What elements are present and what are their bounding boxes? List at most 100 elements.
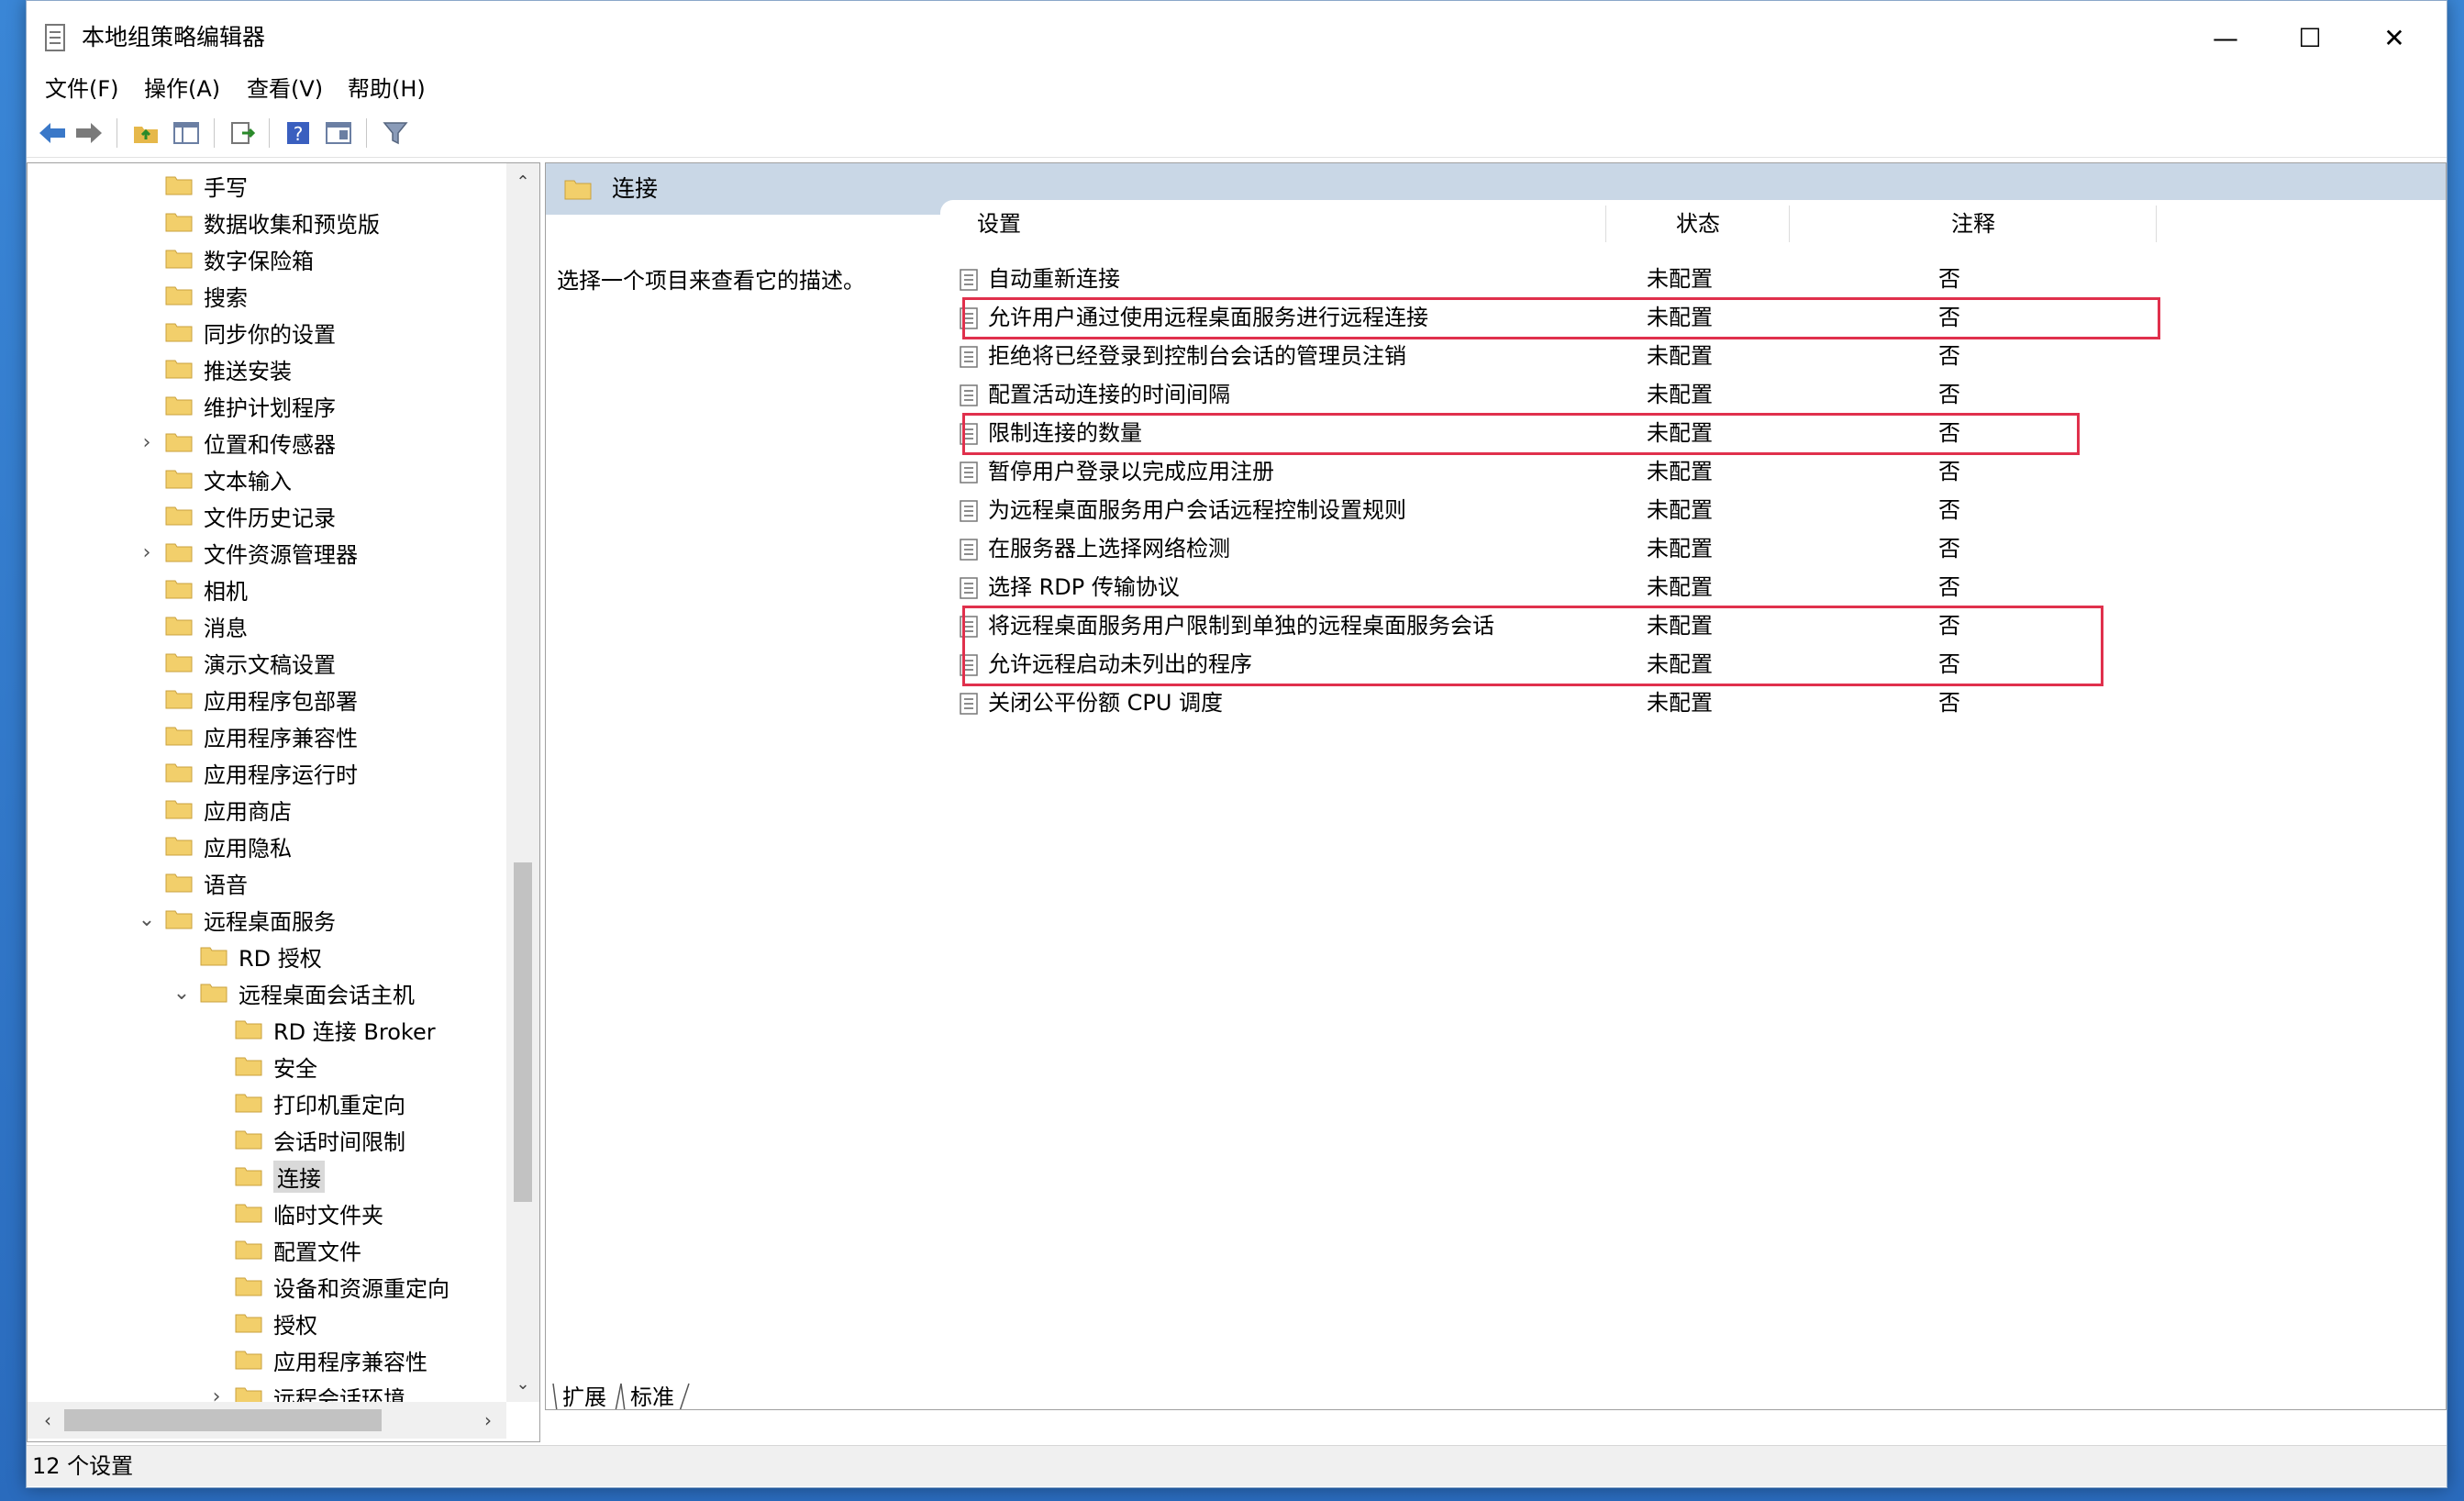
setting-state: 未配置 <box>1647 343 1713 369</box>
highlight-box <box>962 297 2160 339</box>
tree-item[interactable]: 维护计划程序 <box>136 387 336 424</box>
tree-item[interactable]: RD 授权 <box>171 938 322 974</box>
minimize-button[interactable]: — <box>2184 1 2267 74</box>
scroll-down-icon[interactable]: ⌄ <box>506 1367 539 1400</box>
close-button[interactable]: ✕ <box>2353 1 2436 74</box>
column-setting[interactable]: 设置 <box>977 200 1021 248</box>
scroll-right-icon[interactable]: › <box>472 1402 505 1439</box>
menu-action[interactable]: 操作(A) <box>144 71 220 107</box>
tree-item[interactable]: 演示文稿设置 <box>136 644 336 681</box>
tree-item[interactable]: 安全 <box>205 1048 317 1084</box>
tree-item[interactable]: 连接 <box>205 1158 325 1195</box>
folder-icon <box>235 1094 262 1113</box>
export-list-button[interactable] <box>227 117 260 150</box>
up-button[interactable] <box>129 117 162 150</box>
column-note[interactable]: 注释 <box>1951 200 1995 248</box>
tree-item[interactable]: 会话时间限制 <box>205 1121 405 1158</box>
setting-note: 否 <box>1938 382 1960 407</box>
menu-help[interactable]: 帮助(H) <box>348 71 426 107</box>
menu-view[interactable]: 查看(V) <box>247 71 323 107</box>
help-button[interactable]: ? <box>282 117 315 150</box>
folder-icon <box>235 1057 262 1076</box>
tree-item[interactable]: ⌄ 远程桌面会话主机 <box>171 974 415 1011</box>
scroll-thumb[interactable] <box>64 1409 382 1431</box>
svg-text:?: ? <box>294 123 304 145</box>
column-divider[interactable] <box>1605 206 1606 242</box>
scroll-up-icon[interactable]: ⌃ <box>506 165 539 198</box>
tree-item[interactable]: RD 连接 Broker <box>205 1011 436 1048</box>
tree-item[interactable]: 应用程序包部署 <box>136 681 358 717</box>
expand-chevron-icon[interactable]: ⌄ <box>171 982 193 1005</box>
toolbar-separator <box>366 118 367 148</box>
tree-item[interactable]: ⌄ 远程桌面服务 <box>136 901 336 938</box>
tree-item[interactable]: 文本输入 <box>136 461 292 497</box>
forward-button[interactable] <box>72 117 105 150</box>
tree-item[interactable]: 应用程序运行时 <box>136 754 358 791</box>
tree-item[interactable]: › 位置和传感器 <box>136 424 336 461</box>
folder-icon <box>165 837 193 856</box>
tree-item[interactable]: › 文件资源管理器 <box>136 534 358 571</box>
folder-icon <box>165 176 193 195</box>
setting-row[interactable]: 关闭公平份额 CPU 调度 未配置 否 <box>959 684 2243 721</box>
expand-chevron-icon[interactable]: ⌄ <box>136 908 158 931</box>
tree-item[interactable]: 临时文件夹 <box>205 1195 383 1231</box>
setting-name: 选择 RDP 传输协议 <box>988 574 1180 600</box>
show-hide-tree-icon <box>173 122 199 144</box>
properties-button[interactable] <box>322 117 355 150</box>
tree-item[interactable]: 应用程序兼容性 <box>136 717 358 754</box>
policy-setting-icon <box>960 577 978 599</box>
tree-item[interactable]: 应用隐私 <box>136 828 292 864</box>
policy-setting-icon <box>960 384 978 406</box>
tree-item[interactable]: 同步你的设置 <box>136 314 336 350</box>
setting-row[interactable]: 拒绝将已经登录到控制台会话的管理员注销 未配置 否 <box>959 338 2243 374</box>
gpedit-window: 本地组策略编辑器 — ☐ ✕ 文件(F) 操作(A) 查看(V) 帮助(H) ? <box>26 0 2447 1488</box>
setting-row[interactable]: 为远程桌面服务用户会话远程控制设置规则 未配置 否 <box>959 492 2243 528</box>
folder-icon <box>235 1204 262 1223</box>
tree-item[interactable]: 数据收集和预览版 <box>136 204 380 240</box>
tree-item[interactable]: 应用程序兼容性 <box>205 1341 427 1378</box>
column-divider[interactable] <box>1789 206 1790 242</box>
setting-row[interactable]: 暂停用户登录以完成应用注册 未配置 否 <box>959 453 2243 490</box>
tree-item[interactable]: 数字保险箱 <box>136 240 314 277</box>
tree-item-label: 授权 <box>273 1312 317 1339</box>
column-divider[interactable] <box>2156 206 2157 242</box>
tab-standard[interactable]: 标准 <box>623 1382 682 1409</box>
highlight-box <box>962 413 2080 455</box>
show-hide-tree-button[interactable] <box>170 117 203 150</box>
tree-horizontal-scrollbar[interactable]: ‹ › <box>28 1402 506 1439</box>
setting-row[interactable]: 自动重新连接 未配置 否 <box>959 261 2243 297</box>
tree-item[interactable]: 搜索 <box>136 277 248 314</box>
folder-icon <box>200 947 228 966</box>
tree-item[interactable]: 配置文件 <box>205 1231 361 1268</box>
expand-chevron-icon[interactable]: › <box>136 541 158 564</box>
maximize-button[interactable]: ☐ <box>2269 1 2351 74</box>
tree-item-label: 同步你的设置 <box>204 321 336 348</box>
tree-item[interactable]: 推送安装 <box>136 350 292 387</box>
tree-item[interactable]: 语音 <box>136 864 248 901</box>
back-button[interactable] <box>36 117 69 150</box>
tree-item[interactable]: 文件历史记录 <box>136 497 336 534</box>
tree-item[interactable]: 消息 <box>136 607 248 644</box>
filter-button[interactable] <box>379 117 412 150</box>
setting-row[interactable]: 在服务器上选择网络检测 未配置 否 <box>959 530 2243 567</box>
tree-item-label: 位置和传感器 <box>204 431 336 458</box>
tree-item[interactable]: 设备和资源重定向 <box>205 1268 450 1305</box>
setting-state: 未配置 <box>1647 382 1713 407</box>
column-state[interactable]: 状态 <box>1676 200 1720 248</box>
tree-item-label: 数字保险箱 <box>204 248 314 274</box>
menu-file[interactable]: 文件(F) <box>45 71 119 107</box>
tree-vertical-scrollbar[interactable]: ⌃ ⌄ <box>506 163 539 1402</box>
expand-chevron-icon[interactable]: › <box>136 431 158 454</box>
setting-row[interactable]: 配置活动连接的时间间隔 未配置 否 <box>959 376 2243 413</box>
tree-item[interactable]: 授权 <box>205 1305 317 1341</box>
tab-extended[interactable]: 扩展 <box>555 1382 614 1409</box>
help-icon: ? <box>287 122 309 145</box>
setting-row[interactable]: 选择 RDP 传输协议 未配置 否 <box>959 569 2243 606</box>
tree-item[interactable]: 应用商店 <box>136 791 292 828</box>
forward-icon <box>76 123 102 143</box>
tree-item[interactable]: 手写 <box>136 167 248 204</box>
scroll-left-icon[interactable]: ‹ <box>31 1402 64 1439</box>
scroll-thumb[interactable] <box>514 862 532 1202</box>
tree-item[interactable]: 打印机重定向 <box>205 1084 405 1121</box>
tree-item[interactable]: 相机 <box>136 571 248 607</box>
